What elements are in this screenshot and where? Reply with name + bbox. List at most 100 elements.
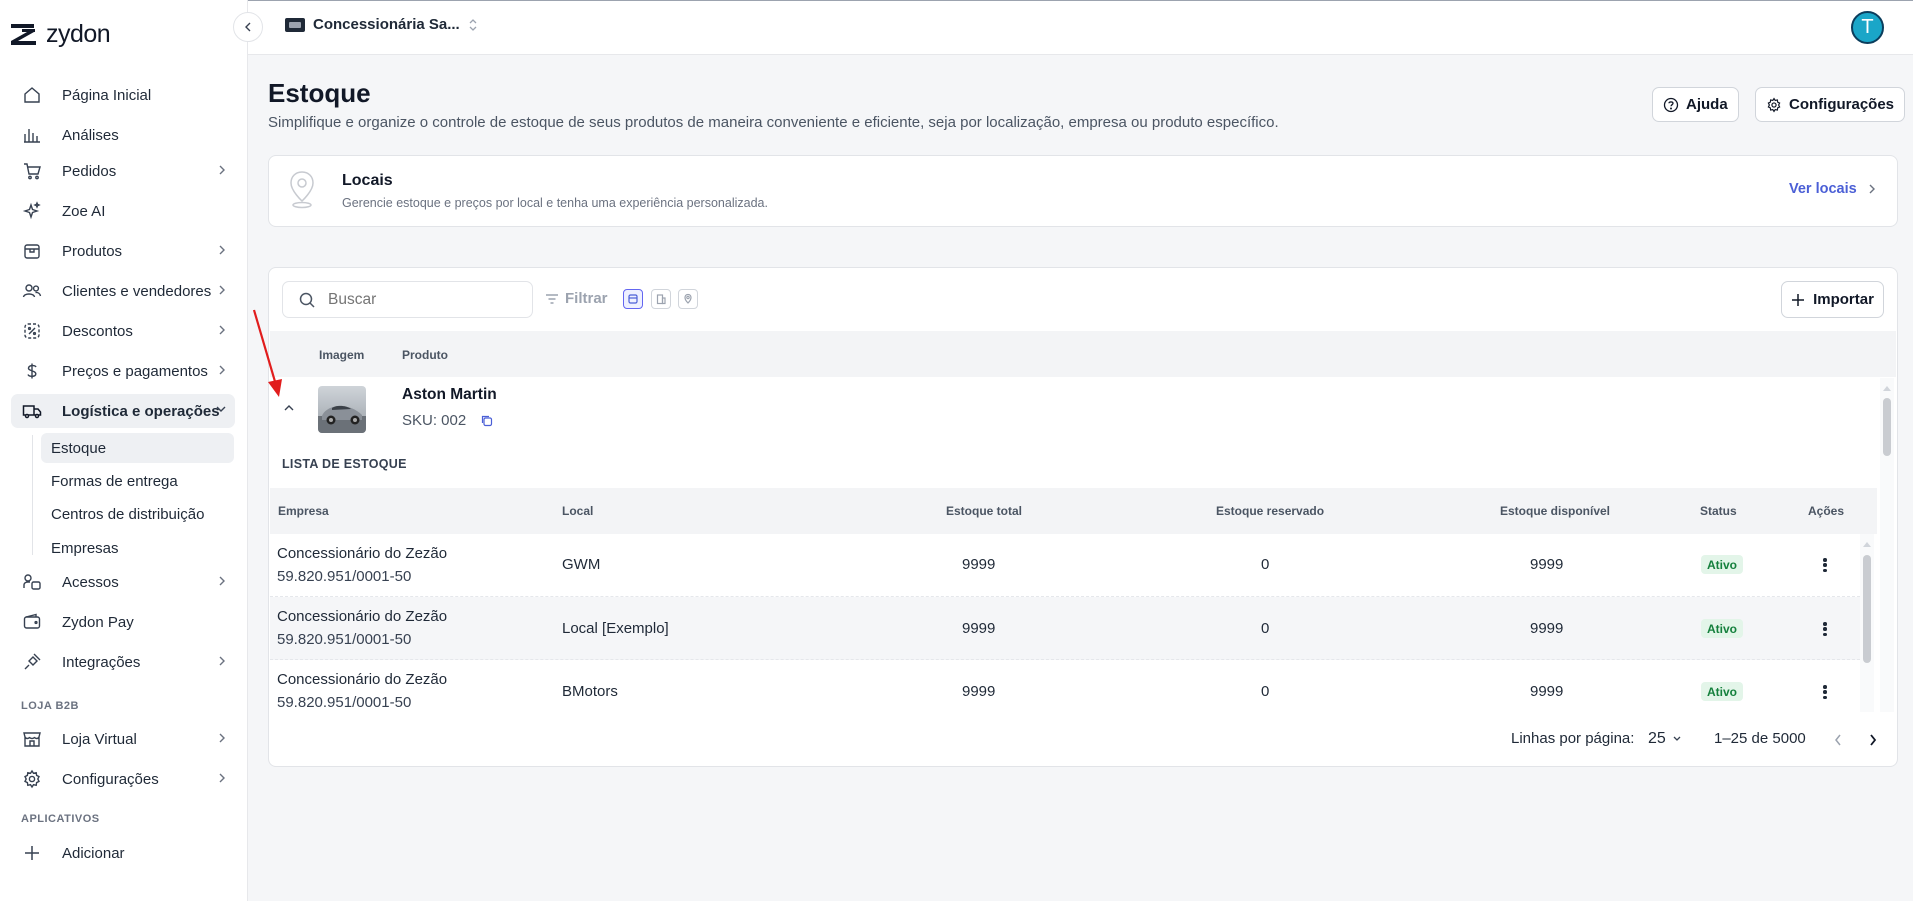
stock-list-scrollbar-thumb[interactable]: [1863, 555, 1871, 663]
table-row[interactable]: [270, 597, 1860, 660]
search-box[interactable]: [282, 281, 533, 318]
sidebar-item-adicionar[interactable]: Adicionar: [11, 836, 235, 870]
sidebar-subitem-empresas[interactable]: Empresas: [41, 533, 234, 563]
sidebar-item-logistica-operacoes[interactable]: Logística e operações: [11, 394, 235, 428]
rows-per-page-select[interactable]: 25: [1648, 730, 1682, 748]
submenu-guide-line: [32, 435, 33, 555]
box-icon: [628, 294, 638, 304]
view-by-company-toggle[interactable]: [651, 289, 671, 309]
table-scrollbar-thumb[interactable]: [1883, 398, 1891, 456]
chevron-right-icon: [217, 575, 227, 587]
chevron-right-icon: [217, 244, 227, 256]
sidebar-subitem-formas-entrega[interactable]: Formas de entrega: [41, 466, 234, 496]
sidebar-subitem-label: Centros de distribuição: [51, 505, 205, 523]
next-page-button[interactable]: [1868, 733, 1878, 747]
product-sku: SKU: 002: [402, 412, 493, 429]
sidebar: zydon Página Inicial Análises Pedidos Zo…: [0, 0, 248, 901]
sidebar-item-label: Integrações: [62, 653, 141, 671]
user-avatar[interactable]: T: [1851, 11, 1884, 44]
cell-estoque-reservado: 0: [1261, 620, 1270, 637]
kebab-dot: [1823, 568, 1827, 572]
collapse-sidebar-button[interactable]: [233, 12, 263, 42]
home-icon: [21, 84, 43, 106]
cell-cnpj: 59.820.951/0001-50: [277, 694, 412, 711]
chevron-right-icon: [217, 772, 227, 784]
sidebar-item-precos-pagamentos[interactable]: Preços e pagamentos: [11, 354, 235, 388]
help-button[interactable]: Ajuda: [1652, 87, 1739, 122]
filter-label: Filtrar: [565, 290, 608, 307]
access-icon: [21, 571, 43, 593]
sidebar-subitem-label: Empresas: [51, 539, 119, 557]
rows-per-page-value: 25: [1648, 730, 1666, 747]
settings-button-label: Configurações: [1789, 96, 1895, 113]
storefront-icon: [21, 728, 43, 750]
column-header-product: Produto: [402, 348, 448, 362]
cell-estoque-disponivel: 9999: [1530, 620, 1564, 637]
product-name: Aston Martin: [402, 386, 497, 403]
sidebar-item-zoe-ai[interactable]: Zoe AI: [11, 194, 235, 228]
sidebar-item-label: Página Inicial: [62, 86, 152, 104]
copy-icon[interactable]: [480, 414, 493, 427]
sidebar-item-label: Análises: [62, 126, 119, 144]
logo[interactable]: zydon: [10, 20, 111, 49]
sidebar-item-pedidos[interactable]: Pedidos: [11, 154, 235, 188]
row-actions-button[interactable]: [1819, 682, 1831, 702]
truck-icon: [21, 400, 43, 422]
cell-estoque-reservado: 0: [1261, 683, 1270, 700]
row-actions-button[interactable]: [1819, 619, 1831, 639]
sidebar-subitem-estoque[interactable]: Estoque: [41, 433, 234, 463]
table-row[interactable]: [270, 534, 1860, 597]
store-flag-icon: [285, 17, 305, 32]
sidebar-item-label: Loja Virtual: [62, 730, 137, 748]
row-actions-button[interactable]: [1819, 555, 1831, 575]
sidebar-subitem-centros-distribuicao[interactable]: Centros de distribuição: [41, 499, 234, 529]
kebab-dot: [1823, 622, 1827, 626]
users-icon: [21, 280, 43, 302]
chevron-right-icon: [217, 164, 227, 176]
sidebar-item-configuracoes[interactable]: Configurações: [11, 762, 235, 796]
cell-cnpj: 59.820.951/0001-50: [277, 631, 412, 648]
sidebar-item-label: Zydon Pay: [62, 613, 134, 631]
sidebar-subitem-label: Estoque: [51, 439, 107, 457]
cell-empresa: Concessionário do Zezão: [277, 608, 448, 625]
scroll-up-arrow-icon[interactable]: [1862, 540, 1872, 548]
search-input[interactable]: [328, 290, 508, 309]
scroll-up-arrow-icon[interactable]: [1882, 384, 1892, 392]
sidebar-item-pagina-inicial[interactable]: Página Inicial: [11, 78, 235, 112]
sidebar-item-zydon-pay[interactable]: Zydon Pay: [11, 605, 235, 639]
store-selector[interactable]: Concessionária Sa...: [285, 16, 478, 33]
sidebar-item-acessos[interactable]: Acessos: [11, 565, 235, 599]
column-header-acoes: Ações: [1808, 504, 1845, 518]
chevron-updown-icon: [469, 18, 477, 31]
cell-estoque-disponivel: 9999: [1530, 683, 1564, 700]
import-button[interactable]: Importar: [1781, 281, 1884, 318]
stock-list-header: [270, 488, 1877, 534]
pagination-range: 1–25 de 5000: [1714, 730, 1806, 747]
sidebar-item-label: Logística e operações: [62, 402, 220, 420]
view-by-location-toggle[interactable]: [678, 289, 698, 309]
sidebar-item-clientes-vendedores[interactable]: Clientes e vendedores: [11, 274, 235, 308]
sidebar-item-descontos[interactable]: Descontos: [11, 314, 235, 348]
ver-locais-link[interactable]: Ver locais: [1789, 181, 1877, 197]
zydon-logo-icon: [11, 24, 36, 45]
kebab-dot: [1823, 685, 1827, 689]
settings-button[interactable]: Configurações: [1755, 87, 1906, 122]
chevron-right-icon: [217, 284, 227, 296]
filter-button[interactable]: Filtrar: [545, 290, 608, 307]
sidebar-item-integracoes[interactable]: Integrações: [11, 645, 235, 679]
help-circle-icon: [1663, 97, 1679, 112]
sidebar-item-analises[interactable]: Análises: [11, 118, 235, 152]
sidebar-item-loja-virtual[interactable]: Loja Virtual: [11, 722, 235, 756]
cell-estoque-disponivel: 9999: [1530, 556, 1564, 573]
view-by-product-toggle[interactable]: [623, 289, 643, 309]
chevron-right-icon: [1870, 734, 1877, 746]
table-row[interactable]: [270, 660, 1860, 712]
sidebar-item-produtos[interactable]: Produtos: [11, 234, 235, 268]
stock-list-label: LISTA DE ESTOQUE: [282, 457, 407, 471]
logo-text: zydon: [46, 20, 111, 48]
sidebar-item-label: Preços e pagamentos: [62, 362, 208, 380]
product-row[interactable]: [270, 378, 1877, 489]
sidebar-subitem-label: Formas de entrega: [51, 472, 178, 490]
previous-page-button[interactable]: [1833, 733, 1843, 747]
wallet-icon: [21, 611, 43, 633]
